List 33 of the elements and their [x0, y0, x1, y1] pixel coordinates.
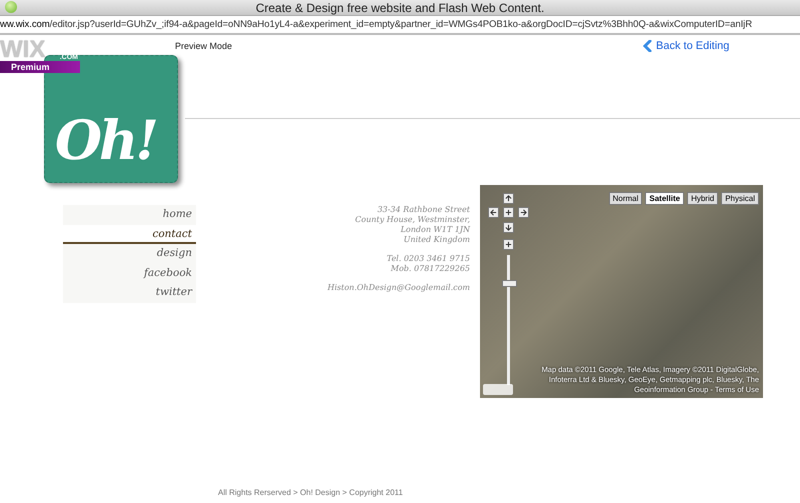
phone-number: Tel. 0203 3461 9715 — [386, 254, 470, 264]
map-type-button[interactable]: Satellite — [645, 192, 684, 205]
email-address: Histon.OhDesign@Googlemail.com — [328, 283, 470, 292]
nav-link[interactable]: home — [63, 205, 196, 224]
address-line: 33-34 Rathbone Street — [377, 205, 470, 215]
center-button[interactable] — [503, 207, 514, 218]
pan-down-button[interactable] — [503, 222, 514, 233]
phone-number: Mob. 07817229265 — [390, 264, 470, 274]
zoom-slider-handle[interactable] — [502, 280, 517, 287]
window-title: Create & Design free website and Flash Web Content. — [256, 0, 544, 14]
zoom-slider-track[interactable] — [507, 255, 510, 385]
pan-left-button[interactable] — [488, 207, 499, 218]
back-to-editing-link[interactable]: Back to Editing — [643, 40, 730, 52]
map-type-button[interactable]: Physical — [721, 192, 759, 205]
map-type-button[interactable]: Hybrid — [687, 192, 718, 205]
zoom-in-button[interactable] — [503, 239, 514, 250]
nav-link[interactable]: facebook — [63, 264, 196, 283]
nav-link[interactable]: contact — [63, 224, 196, 244]
footer-text: All Rights Rerserved > Oh! Design > Copyright 2011 — [218, 488, 404, 497]
address-line: United Kingdom — [404, 235, 470, 245]
address-line: County House, Westminster, — [355, 215, 470, 225]
pan-up-button[interactable] — [503, 193, 514, 204]
address-line: London W1T 1JN — [400, 225, 470, 235]
brand-logo: WIX — [0, 39, 46, 61]
map-type-button[interactable]: Normal — [608, 192, 642, 205]
nav-link[interactable]: design — [63, 244, 196, 264]
premium-badge: Premium — [0, 61, 80, 73]
address-bar[interactable]: ww.wix.com/editor.jsp?userId=GUhZv_;if94-a&pageId=oNN9aHo1yL4-a&experiment_id=empty&partner_id=WMGs4POB1ko-a&orgDocID=cjSvtz%3Bhh0Q-a&wixComputerID=anIjR — [0, 15, 800, 35]
logo-text: Oh! — [55, 108, 156, 172]
pan-right-button[interactable] — [518, 207, 529, 218]
preview-mode-label: Preview Mode — [175, 41, 232, 51]
nav-link[interactable]: twitter — [63, 283, 196, 302]
chevron-left-icon — [643, 40, 652, 52]
